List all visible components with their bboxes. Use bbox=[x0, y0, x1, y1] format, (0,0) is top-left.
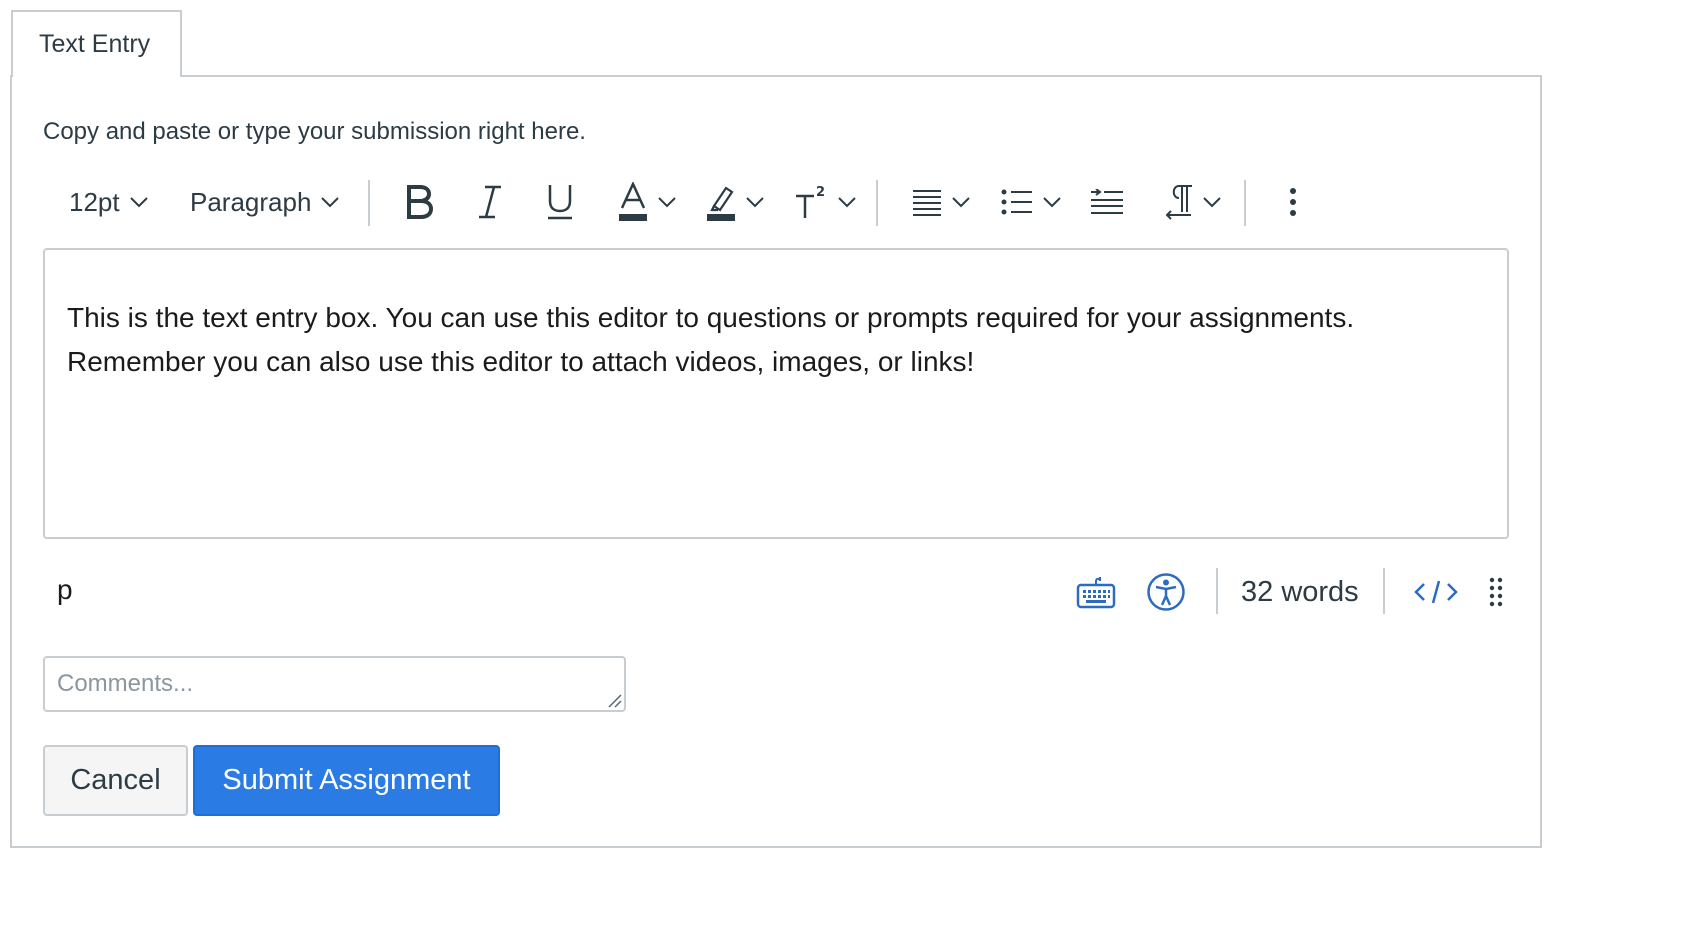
superscript-icon: 2 bbox=[796, 185, 825, 218]
html-editor-button[interactable] bbox=[1414, 560, 1458, 624]
chevron-down-icon bbox=[952, 197, 970, 208]
tab-text-entry[interactable]: Text Entry bbox=[11, 10, 182, 77]
chevron-down-icon bbox=[321, 197, 340, 208]
underline-icon bbox=[548, 185, 572, 220]
font-size-dropdown[interactable]: 12pt bbox=[69, 170, 148, 234]
svg-text:2: 2 bbox=[816, 185, 825, 200]
submit-assignment-button[interactable]: Submit Assignment bbox=[193, 745, 500, 816]
block-format-dropdown[interactable]: Paragraph bbox=[190, 170, 340, 234]
statusbar-divider bbox=[1383, 568, 1385, 614]
superscript-button[interactable]: 2 bbox=[794, 170, 856, 234]
toolbar-divider bbox=[876, 180, 878, 226]
chevron-down-icon bbox=[838, 197, 856, 208]
tab-label: Text Entry bbox=[39, 30, 151, 58]
comments-field[interactable] bbox=[43, 656, 626, 712]
align-icon bbox=[913, 190, 941, 216]
chevron-down-icon bbox=[1043, 197, 1061, 208]
list-button[interactable] bbox=[1001, 170, 1061, 234]
indent-button[interactable] bbox=[1090, 170, 1124, 234]
accessibility-icon bbox=[1147, 573, 1185, 611]
highlight-icon bbox=[707, 186, 735, 221]
underline-button[interactable] bbox=[546, 170, 574, 234]
bold-button[interactable] bbox=[404, 170, 434, 234]
toolbar-divider bbox=[368, 180, 370, 226]
chevron-down-icon bbox=[129, 197, 148, 208]
chevron-down-icon bbox=[746, 197, 764, 208]
chevron-down-icon bbox=[658, 197, 676, 208]
text-direction-icon bbox=[1165, 185, 1192, 220]
chevron-down-icon bbox=[1203, 197, 1221, 208]
highlight-color-button[interactable] bbox=[706, 170, 764, 234]
italic-icon bbox=[479, 185, 501, 219]
element-path[interactable]: p bbox=[57, 574, 73, 606]
more-vertical-icon bbox=[1290, 188, 1296, 216]
more-options-button[interactable] bbox=[1289, 170, 1297, 234]
font-size-label: 12pt bbox=[69, 186, 120, 217]
resize-handle[interactable] bbox=[1489, 560, 1503, 624]
instructions-text: Copy and paste or type your submission r… bbox=[43, 118, 586, 145]
align-button[interactable] bbox=[912, 170, 970, 234]
word-count-label: 32 words bbox=[1241, 575, 1359, 608]
editor-line: Remember you can also use this editor to… bbox=[67, 346, 975, 377]
editor-statusbar: p 32 words bbox=[43, 560, 1509, 624]
editor-line: This is the text entry box. You can use … bbox=[67, 302, 1355, 333]
bold-icon bbox=[407, 185, 434, 219]
drag-handle-icon bbox=[1489, 577, 1503, 607]
indent-icon bbox=[1091, 189, 1123, 214]
textarea-resize-icon[interactable] bbox=[606, 692, 622, 708]
rich-text-editor[interactable]: This is the text entry box. You can use … bbox=[43, 248, 1509, 539]
italic-button[interactable] bbox=[477, 170, 503, 234]
statusbar-divider bbox=[1216, 568, 1218, 614]
code-icon bbox=[1414, 580, 1458, 604]
block-format-label: Paragraph bbox=[190, 186, 312, 217]
list-icon bbox=[1001, 189, 1032, 215]
text-color-button[interactable] bbox=[618, 170, 676, 234]
accessibility-checker-button[interactable] bbox=[1146, 560, 1186, 624]
word-count[interactable]: 32 words bbox=[1241, 560, 1359, 624]
keyboard-shortcuts-button[interactable] bbox=[1076, 560, 1116, 624]
keyboard-icon bbox=[1076, 577, 1116, 609]
text-color-icon bbox=[619, 182, 647, 221]
cancel-button[interactable]: Cancel bbox=[43, 745, 188, 816]
toolbar-divider bbox=[1244, 180, 1246, 226]
editor-toolbar: 12pt Paragraph 2 bbox=[43, 170, 1509, 234]
text-direction-button[interactable] bbox=[1165, 170, 1221, 234]
